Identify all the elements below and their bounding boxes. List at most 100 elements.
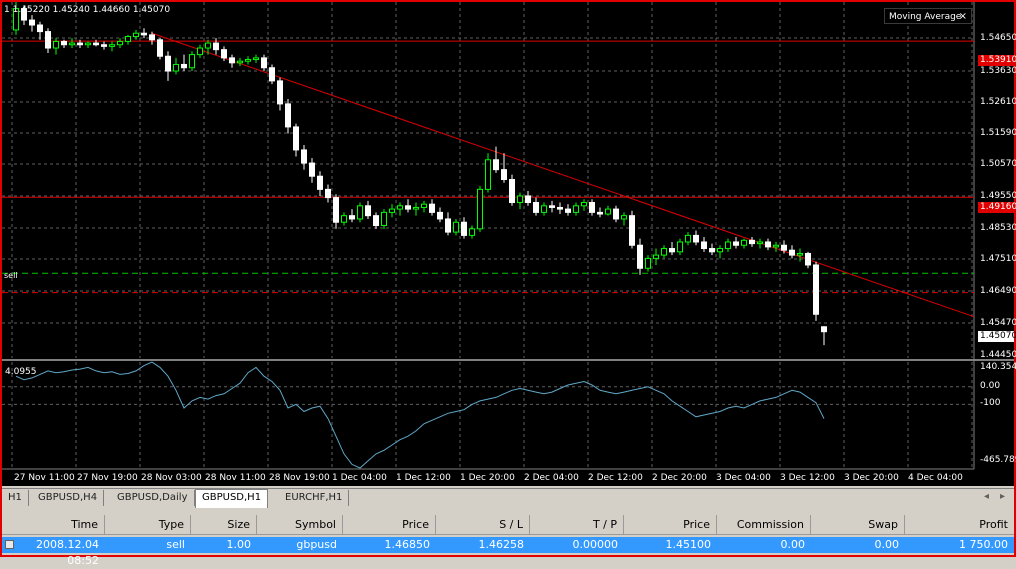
- cell-time: 2008.12.04 08:52: [36, 538, 99, 567]
- col-swap[interactable]: Swap: [811, 515, 905, 535]
- tab-gbpusd-daily[interactable]: GBPUSD,Daily: [111, 490, 195, 506]
- table-row[interactable]: 2008.12.04 08:52 sell 1.00 gbpusd 1.4685…: [2, 537, 1014, 567]
- candle-body: [461, 221, 467, 236]
- indicator-line: [15, 361, 825, 469]
- candle-body: [61, 40, 67, 46]
- candle-body: [517, 195, 523, 204]
- candle-body: [261, 57, 267, 69]
- close-icon[interactable]: ×: [959, 9, 967, 25]
- tab-eurchf-h1[interactable]: EURCHF,H1: [279, 490, 350, 506]
- hline-price-middle: 1.49160: [978, 202, 1016, 213]
- candle-body: [445, 218, 451, 233]
- time-tick: 1 Dec 04:00: [332, 473, 387, 483]
- candle-body: [805, 252, 811, 266]
- trendline: [151, 32, 975, 318]
- candle-body: [181, 63, 187, 69]
- candle-body: [349, 215, 355, 220]
- candle-body: [637, 244, 643, 269]
- moving-average-label[interactable]: Moving Average ×: [884, 8, 972, 24]
- candle-body: [317, 175, 323, 190]
- tab-gbpusd-h4[interactable]: GBPUSD,H4: [32, 490, 105, 506]
- cell-current-price: 1.45100: [665, 538, 712, 551]
- candle-body: [789, 249, 795, 256]
- candle-body: [373, 215, 379, 227]
- candle-body: [765, 241, 771, 248]
- candle-body: [365, 205, 371, 217]
- chart-canvas[interactable]: [2, 2, 1014, 486]
- candle-body: [333, 197, 339, 223]
- candle-body: [821, 326, 827, 333]
- candle-body: [693, 234, 699, 243]
- scroll-left-icon[interactable]: ◂: [984, 491, 989, 502]
- tab-gbpusd-h1[interactable]: GBPUSD,H1: [195, 489, 269, 508]
- candle-body: [653, 254, 659, 259]
- cell-open-price: 1.46850: [384, 538, 431, 551]
- col-profit[interactable]: Profit: [905, 515, 1014, 535]
- trade-table-header: Time Type Size Symbol Price S / L T / P …: [2, 515, 1014, 535]
- chart-tab-bar: H1 GBPUSD,H4 GBPUSD,Daily GBPUSD,H1 EURC…: [2, 488, 1014, 508]
- moving-average-text: Moving Average: [889, 12, 962, 22]
- candle-body: [301, 149, 307, 164]
- candle-body: [437, 211, 443, 220]
- candle-body: [205, 42, 211, 49]
- candle-body: [813, 264, 819, 315]
- candle-body: [605, 208, 611, 215]
- col-open-price[interactable]: Price: [343, 515, 436, 535]
- candle-body: [269, 67, 275, 82]
- time-tick: 2 Dec 04:00: [524, 473, 579, 483]
- indicator-tick: 140.3549: [980, 362, 1016, 372]
- indicator-tick: 0.00: [980, 381, 1001, 391]
- candle-body: [725, 241, 731, 250]
- time-tick: 28 Nov 19:00: [269, 473, 330, 483]
- candle-body: [69, 42, 75, 46]
- candle-body: [797, 252, 803, 256]
- scroll-right-icon[interactable]: ▸: [1000, 491, 1005, 502]
- candle-body: [413, 206, 419, 210]
- col-time[interactable]: Time: [2, 515, 105, 535]
- candle-body: [485, 159, 491, 190]
- candle-body: [277, 80, 283, 105]
- chart-area[interactable]: 1 1.45220 1.45240 1.44660 1.45070 Moving…: [2, 2, 1016, 486]
- candle-body: [453, 221, 459, 233]
- candle-body: [189, 54, 195, 69]
- cell-type: sell: [166, 538, 185, 551]
- candle-body: [573, 205, 579, 213]
- price-tick: 1.51590: [980, 128, 1016, 138]
- price-tick: 1.49550: [980, 191, 1016, 201]
- candle-body: [589, 202, 595, 213]
- col-symbol[interactable]: Symbol: [257, 515, 343, 535]
- price-tick: 1.53630: [980, 66, 1016, 76]
- candle-body: [85, 42, 91, 46]
- candle-body: [397, 205, 403, 210]
- time-tick: 27 Nov 19:00: [77, 473, 138, 483]
- price-tick: 1.46490: [980, 286, 1016, 296]
- candle-body: [149, 34, 155, 41]
- col-current-price[interactable]: Price: [624, 515, 717, 535]
- candle-body: [629, 215, 635, 246]
- price-tick: 1.47510: [980, 254, 1016, 264]
- candle-body: [429, 203, 435, 213]
- col-size[interactable]: Size: [191, 515, 257, 535]
- time-tick: 3 Dec 12:00: [780, 473, 835, 483]
- col-type[interactable]: Type: [105, 515, 191, 535]
- candle-body: [421, 203, 427, 208]
- candle-body: [749, 239, 755, 245]
- candle-body: [685, 234, 691, 243]
- candle-body: [341, 215, 347, 223]
- indicator-tick: -465.789: [980, 455, 1016, 465]
- candle-body: [381, 211, 387, 227]
- candle-body: [253, 57, 259, 61]
- candle-body: [741, 239, 747, 246]
- indicator-value: 4.0955: [5, 367, 37, 377]
- tab-h1[interactable]: H1: [2, 490, 29, 506]
- candle-body: [701, 241, 707, 250]
- candle-body: [229, 57, 235, 64]
- col-commission[interactable]: Commission: [717, 515, 811, 535]
- col-take-profit[interactable]: T / P: [530, 515, 624, 535]
- price-tick: 1.44450: [980, 350, 1016, 360]
- col-stop-loss[interactable]: S / L: [436, 515, 530, 535]
- candle-body: [565, 208, 571, 213]
- candle-body: [501, 169, 507, 181]
- candle-body: [293, 126, 299, 151]
- candle-body: [125, 36, 131, 42]
